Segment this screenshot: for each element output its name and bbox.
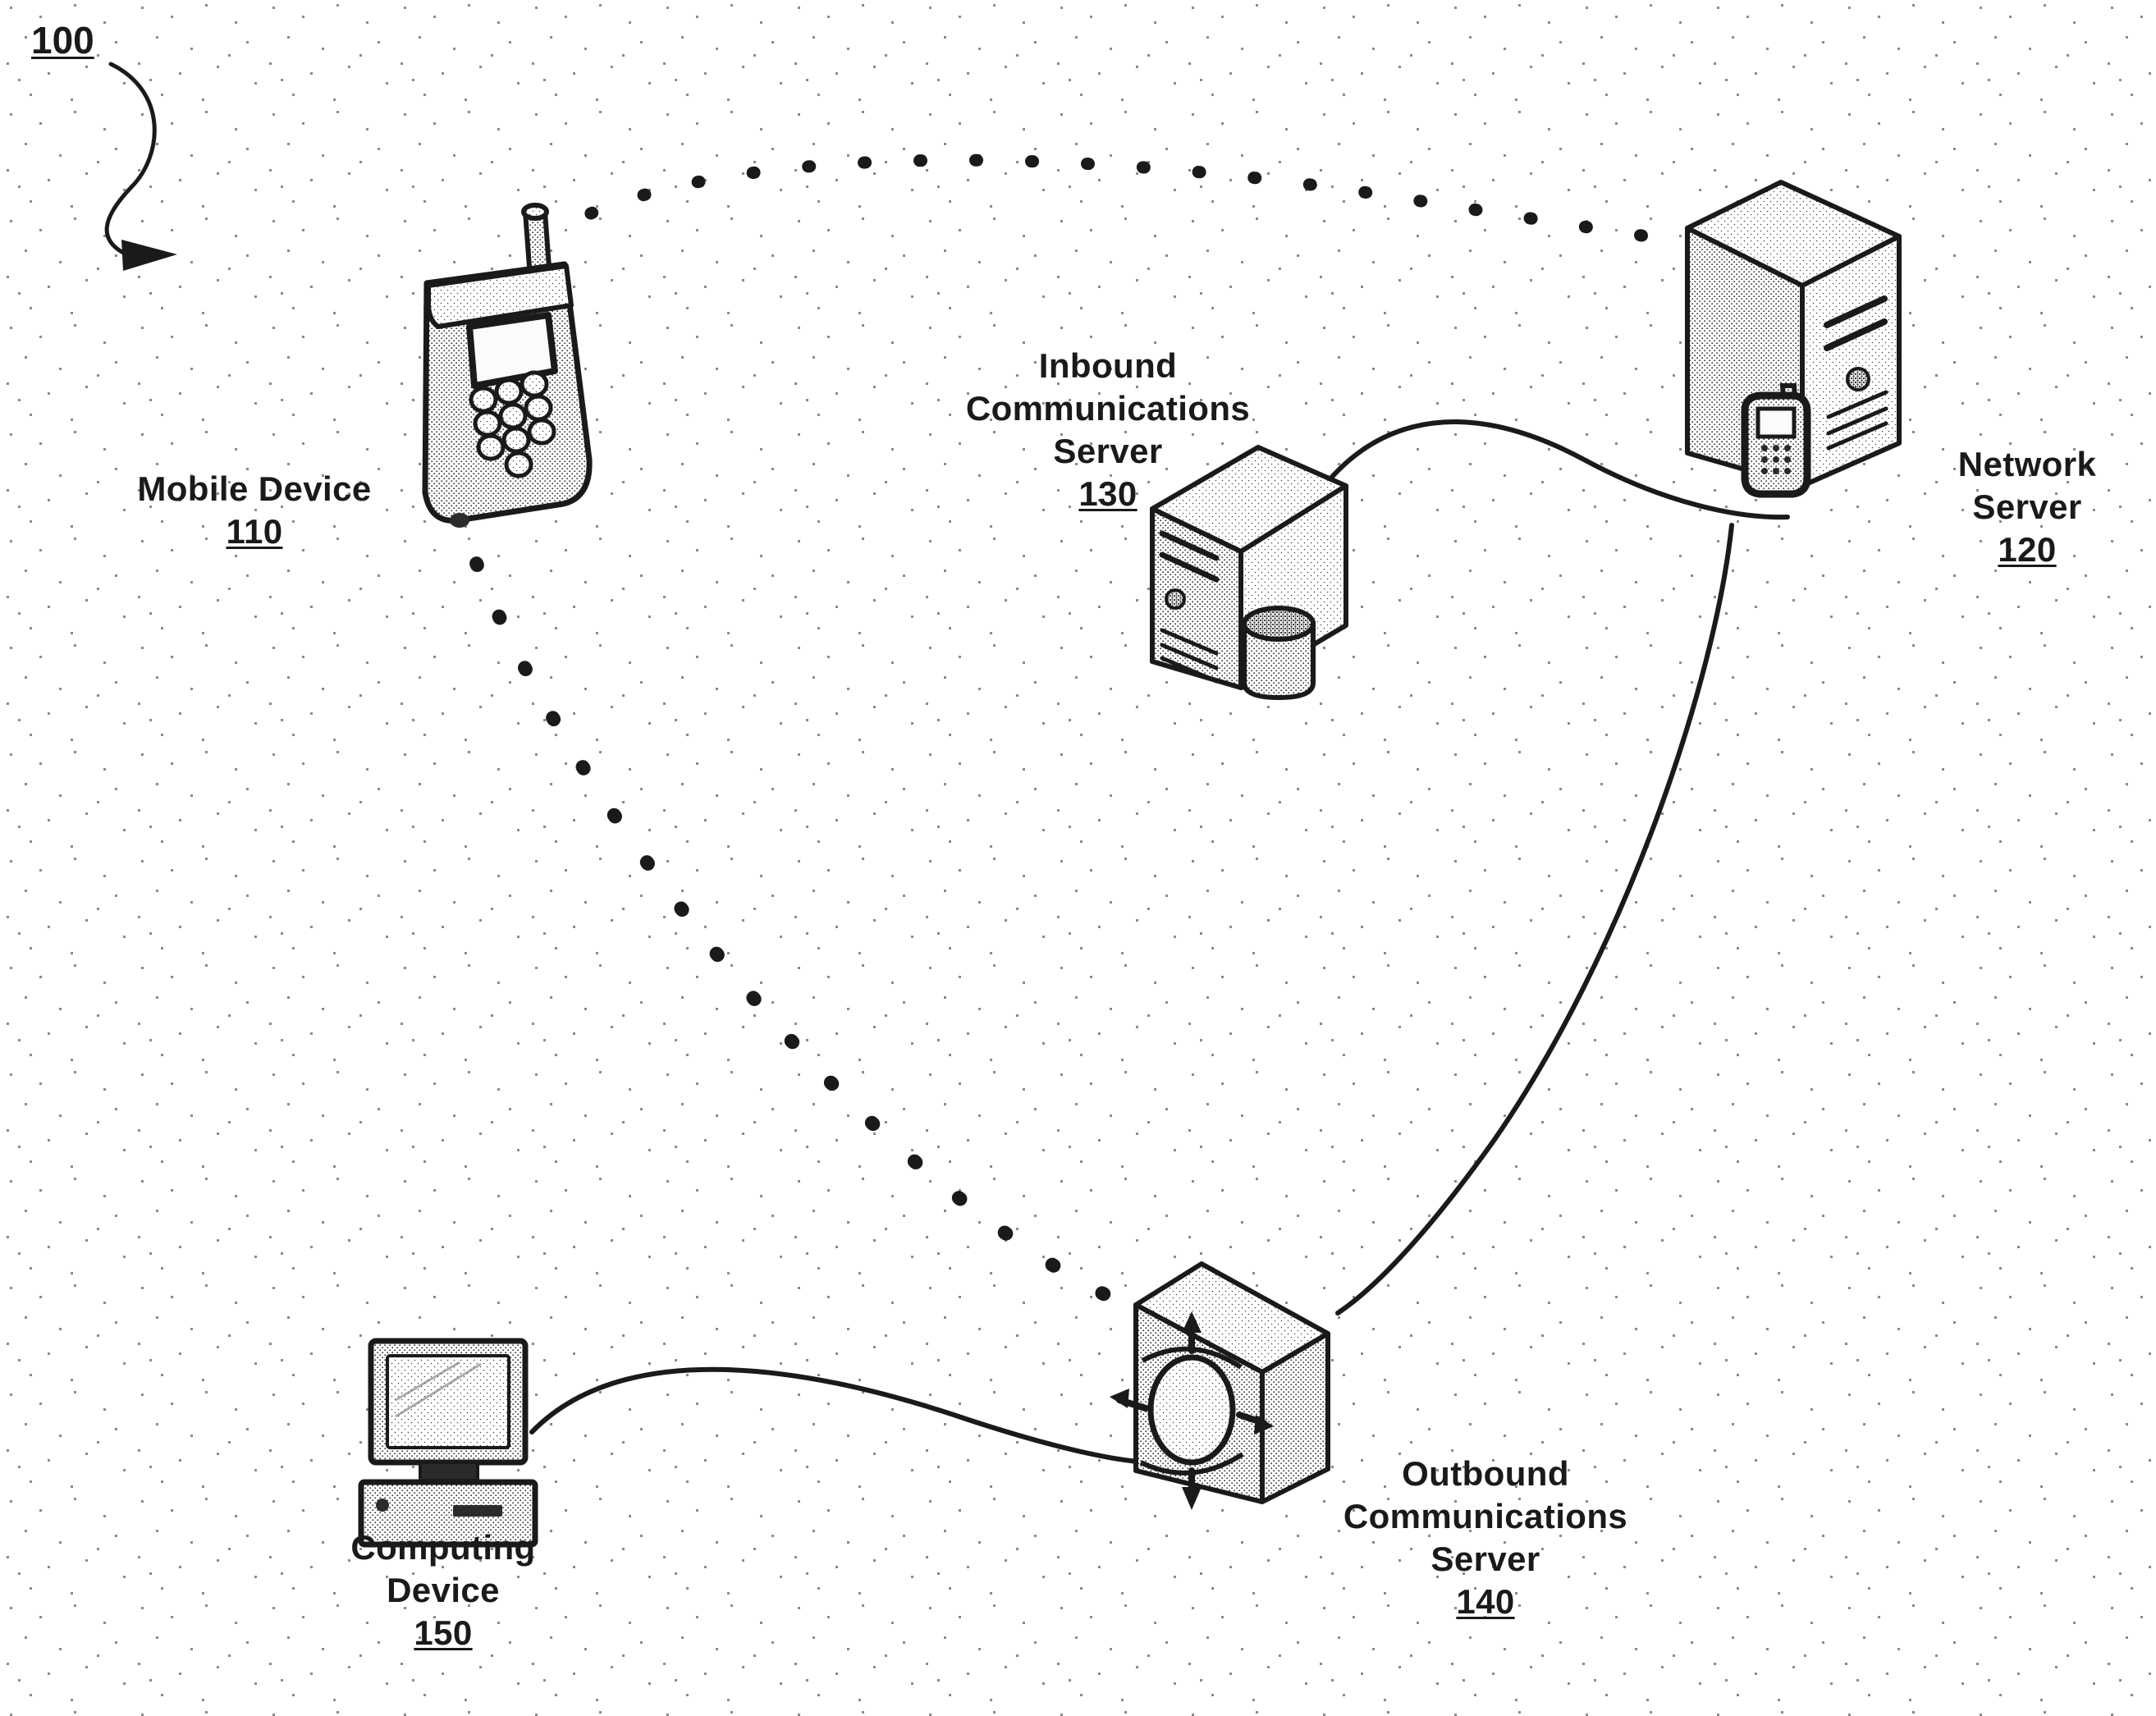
patent-figure-canvas: 100 Mobile Device 110 Network Server 120… — [0, 0, 2156, 1716]
label-outbound-server: Outbound Communications Server 140 — [1297, 1453, 1674, 1623]
label-inbound-server-ref: 130 — [1078, 474, 1138, 513]
label-mobile-device-ref: 110 — [226, 512, 283, 551]
figure-number-label: 100 — [31, 19, 94, 62]
label-network-server-ref: 120 — [1998, 530, 2057, 569]
desktop-computer-icon — [358, 1338, 538, 1548]
label-computing-device: Computing Device 150 — [271, 1526, 616, 1654]
label-computing-device-name-1: Computing — [350, 1528, 536, 1567]
label-outbound-server-ref: 140 — [1456, 1582, 1515, 1621]
label-computing-device-ref: 150 — [414, 1613, 473, 1652]
label-network-server: Network Server 120 — [1888, 443, 2156, 571]
label-outbound-server-name-1: Outbound — [1402, 1454, 1569, 1493]
label-outbound-server-name-2: Communications — [1343, 1497, 1628, 1535]
server-tower-with-phone-icon — [1685, 180, 1902, 498]
label-inbound-server-name-2: Communications — [965, 389, 1251, 428]
label-outbound-server-name-3: Server — [1430, 1540, 1540, 1578]
label-inbound-server-name-1: Inbound — [1038, 346, 1178, 385]
label-inbound-server: Inbound Communications Server 130 — [952, 345, 1264, 515]
label-mobile-device-name: Mobile Device — [137, 469, 372, 508]
label-inbound-server-name-3: Server — [1053, 432, 1163, 470]
label-network-server-name-2: Server — [1972, 487, 2082, 526]
label-mobile-device: Mobile Device 110 — [82, 468, 427, 553]
label-computing-device-name-2: Device — [387, 1571, 500, 1609]
small-phone-overlay-icon — [1741, 383, 1811, 498]
figure-drawing — [0, 0, 2156, 1716]
label-network-server-name-1: Network — [1957, 445, 2097, 483]
